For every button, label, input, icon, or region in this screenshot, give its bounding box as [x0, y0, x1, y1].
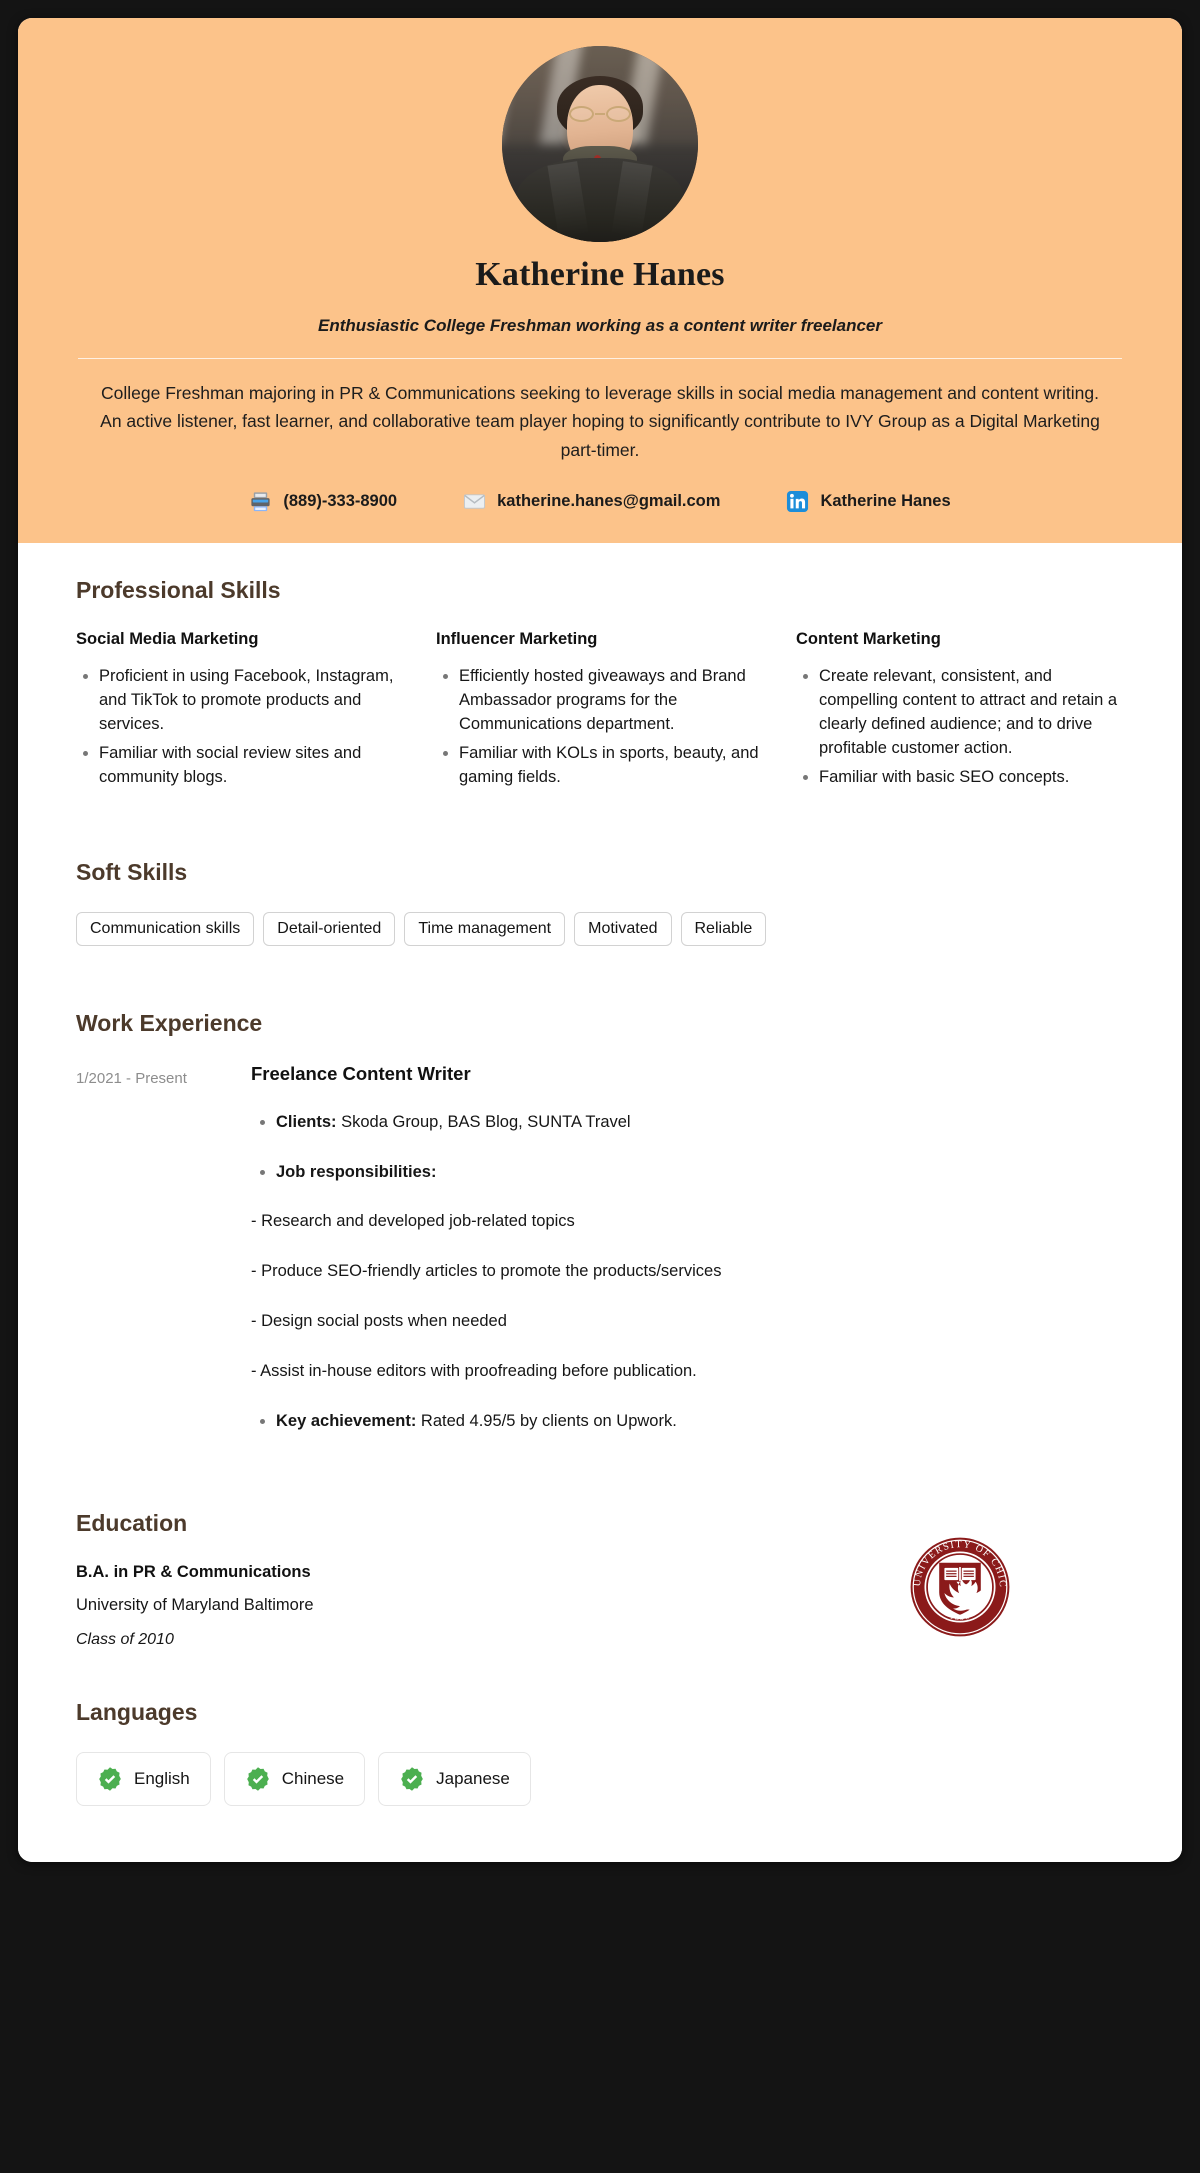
contact-linkedin-value: Katherine Hanes: [820, 492, 951, 511]
education-text: B.A. in PR & Communications University o…: [76, 1563, 314, 1649]
responsibility-line: - Assist in-house editors with proofread…: [251, 1362, 697, 1381]
experience-dates: 1/2021 - Present: [76, 1069, 187, 1087]
language-name: English: [134, 1769, 190, 1789]
section-title-professional-skills: Professional Skills: [76, 577, 281, 604]
section-title-soft-skills: Soft Skills: [76, 858, 188, 885]
soft-skill-tag[interactable]: Communication skills: [76, 911, 255, 946]
summary-text: College Freshman majoring in PR & Commun…: [100, 383, 1100, 460]
skill-column-social-media-marketing: Social Media Marketing Proficient in usi…: [76, 630, 404, 795]
experience-clients: Clients: Skoda Group, BAS Blog, SUNTA Tr…: [276, 1111, 1124, 1135]
soft-skill-tag[interactable]: Time management: [404, 911, 566, 946]
avatar-jacket: [516, 157, 684, 242]
skill-item: Efficiently hosted giveaways and Brand A…: [459, 665, 764, 737]
experience-clients-label: Clients:: [276, 1112, 337, 1131]
section-languages: Languages English Chinese Japanese: [76, 1699, 1124, 1807]
contact-email-value: katherine.hanes@gmail.com: [497, 492, 721, 511]
responsibility-line: - Design social posts when needed: [251, 1312, 507, 1331]
avatar-photo: [502, 46, 698, 242]
skill-list: Efficiently hosted giveaways and Brand A…: [436, 665, 764, 790]
header-divider: [78, 358, 1122, 359]
education-degree: B.A. in PR & Communications: [76, 1563, 311, 1582]
avatar-glasses: [569, 106, 631, 123]
screen-frame: Katherine Hanes Enthusiastic College Fre…: [0, 0, 1200, 2173]
headline: Enthusiastic College Freshman working as…: [318, 316, 882, 335]
university-seal-icon: THE UNIVERSITY OF CHICAGO 1890: [908, 1535, 1010, 1637]
soft-skill-tag[interactable]: Reliable: [680, 911, 767, 946]
section-education: Education B.A. in PR & Communications Un…: [76, 1510, 1124, 1649]
skill-list: Proficient in using Facebook, Instagram,…: [76, 665, 404, 790]
experience-achievement-value: Rated 4.95/5 by clients on Upwork.: [420, 1412, 677, 1431]
experience-entry: 1/2021 - Present Freelance Content Write…: [76, 1063, 1124, 1460]
education-class-of: Class of 2010: [76, 1631, 174, 1649]
experience-achievement-label: Key achievement:: [276, 1412, 417, 1431]
education-entry: B.A. in PR & Communications University o…: [76, 1535, 1124, 1649]
soft-skill-tag[interactable]: Detail-oriented: [263, 911, 396, 946]
contact-phone[interactable]: (889)-333-8900: [249, 490, 397, 513]
verified-check-icon: [99, 1767, 121, 1791]
experience-clients-value: Skoda Group, BAS Blog, SUNTA Travel: [341, 1112, 631, 1131]
language-card-chinese[interactable]: Chinese: [223, 1752, 366, 1807]
experience-job-title: Freelance Content Writer: [251, 1062, 471, 1084]
resume-page: Katherine Hanes Enthusiastic College Fre…: [18, 18, 1182, 1863]
page-title: Katherine Hanes: [475, 256, 725, 293]
contact-linkedin[interactable]: Katherine Hanes: [786, 490, 951, 513]
responsibility-line: - Research and developed job-related top…: [251, 1212, 575, 1231]
verified-check-icon: [401, 1767, 423, 1791]
skill-columns: Social Media Marketing Proficient in usi…: [76, 630, 1124, 795]
avatar: [502, 46, 698, 242]
skill-item: Create relevant, consistent, and compell…: [819, 665, 1124, 761]
skill-item: Familiar with KOLs in sports, beauty, an…: [459, 742, 764, 790]
language-name: Chinese: [281, 1769, 345, 1789]
language-name: Japanese: [436, 1769, 510, 1789]
contact-email[interactable]: katherine.hanes@gmail.com: [463, 490, 720, 513]
language-card-row: English Chinese Japanese: [76, 1752, 1124, 1807]
skill-item: Proficient in using Facebook, Instagram,…: [99, 665, 404, 737]
education-school: University of Maryland Baltimore: [76, 1596, 314, 1615]
fax-icon: [251, 492, 270, 512]
contact-row: (889)-333-8900 katherine.hanes@gmail.com…: [78, 490, 1122, 513]
skill-item: Familiar with basic SEO concepts.: [819, 766, 1124, 790]
linkedin-icon: [787, 490, 809, 513]
email-icon: [464, 494, 486, 509]
language-card-japanese[interactable]: Japanese: [378, 1752, 531, 1807]
section-soft-skills: Soft Skills Communication skills Detail-…: [76, 859, 1124, 946]
skill-column-heading: Social Media Marketing: [76, 630, 259, 649]
skill-column-influencer-marketing: Influencer Marketing Efficiently hosted …: [436, 630, 764, 795]
resume-header: Katherine Hanes Enthusiastic College Fre…: [18, 18, 1182, 544]
contact-phone-value: (889)-333-8900: [283, 492, 398, 511]
section-title-education: Education: [76, 1510, 188, 1537]
section-work-experience: Work Experience 1/2021 - Present Freelan…: [76, 1010, 1124, 1460]
verified-check-icon: [246, 1767, 269, 1791]
section-title-work-experience: Work Experience: [76, 1009, 263, 1036]
experience-bullets: Clients: Skoda Group, BAS Blog, SUNTA Tr…: [251, 1111, 1124, 1185]
skill-column-content-marketing: Content Marketing Create relevant, consi…: [796, 630, 1124, 795]
language-card-english[interactable]: English: [76, 1752, 211, 1807]
experience-responsibilities-heading: Job responsibilities:: [276, 1161, 1124, 1185]
experience-responsibilities-label: Job responsibilities:: [276, 1162, 437, 1181]
section-professional-skills: Professional Skills Social Media Marketi…: [76, 577, 1124, 795]
soft-skill-tag-row: Communication skills Detail-oriented Tim…: [76, 911, 1124, 946]
skill-column-heading: Influencer Marketing: [436, 630, 598, 649]
skill-list: Create relevant, consistent, and compell…: [796, 665, 1124, 790]
responsibility-line: - Produce SEO-friendly articles to promo…: [251, 1262, 722, 1281]
experience-details: Freelance Content Writer Clients: Skoda …: [251, 1063, 1124, 1460]
experience-achievement: Key achievement: Rated 4.95/5 by clients…: [276, 1410, 1124, 1434]
section-title-languages: Languages: [76, 1699, 198, 1726]
soft-skill-tag[interactable]: Motivated: [574, 911, 672, 946]
skill-item: Familiar with social review sites and co…: [99, 742, 404, 790]
resume-body: Professional Skills Social Media Marketi…: [18, 543, 1182, 1863]
experience-achievement-list: Key achievement: Rated 4.95/5 by clients…: [251, 1410, 1124, 1434]
skill-column-heading: Content Marketing: [796, 630, 941, 649]
